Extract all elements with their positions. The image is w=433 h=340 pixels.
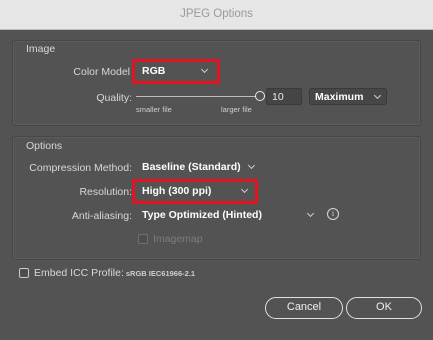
quality-small-label: smaller file — [136, 105, 172, 114]
chevron-down-icon — [306, 209, 315, 218]
compression-label: Compression Method: — [29, 162, 132, 174]
compression-value: Baseline (Standard) — [142, 161, 241, 173]
color-model-highlight — [132, 59, 220, 84]
quality-value-field[interactable]: 10 — [266, 88, 302, 105]
chevron-down-icon — [373, 91, 382, 100]
antialiasing-select[interactable]: Type Optimized (Hinted) — [137, 207, 321, 224]
icc-profile-name: sRGB IEC61966-2.1 — [125, 269, 196, 278]
embed-icc-label: Embed ICC Profile: — [34, 267, 124, 279]
quality-preset-select[interactable]: Maximum — [309, 88, 387, 105]
embed-icc-checkbox[interactable] — [19, 268, 29, 278]
quality-slider-knob[interactable] — [255, 91, 265, 101]
embed-icc-text: Embed ICC Profile: sRGB IEC61966-2.1 — [34, 267, 195, 279]
options-group-label: Options — [26, 140, 63, 152]
imagemap-checkbox[interactable] — [138, 234, 148, 244]
quality-large-label: larger file — [221, 105, 252, 114]
quality-slider-track[interactable] — [136, 96, 260, 97]
quality-label: Quality: — [96, 92, 132, 104]
cancel-button[interactable]: Cancel — [265, 297, 343, 319]
info-icon[interactable]: i — [327, 208, 339, 220]
resolution-highlight — [132, 179, 258, 204]
antialiasing-label: Anti-aliasing: — [71, 210, 132, 222]
image-group-label: Image — [26, 43, 56, 55]
color-model-label: Color Model — [73, 66, 130, 78]
quality-preset-value: Maximum — [315, 91, 364, 103]
compression-select[interactable]: Baseline (Standard) — [137, 159, 261, 176]
ok-button[interactable]: OK — [346, 297, 422, 319]
imagemap-label: Imagemap — [153, 233, 203, 245]
chevron-down-icon — [247, 161, 256, 170]
title-bar: JPEG Options — [0, 0, 433, 30]
antialiasing-value: Type Optimized (Hinted) — [142, 209, 262, 221]
window-title: JPEG Options — [180, 8, 253, 20]
resolution-label: Resolution: — [79, 186, 132, 198]
